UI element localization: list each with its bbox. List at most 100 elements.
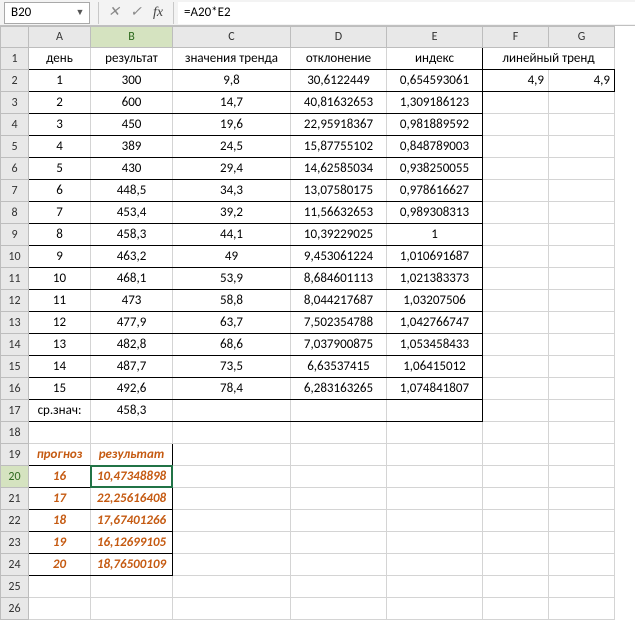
row-header-12[interactable]: 12 (1, 290, 29, 312)
cell-G4[interactable] (549, 114, 614, 135)
row-header-8[interactable]: 8 (1, 202, 29, 224)
cell-F24[interactable] (483, 554, 548, 575)
cell-F20[interactable] (483, 466, 548, 487)
spreadsheet-grid[interactable]: ABCDEFG1деньрезультатзначения трендаоткл… (0, 26, 635, 620)
cell-B26[interactable] (91, 598, 172, 619)
cell-D26[interactable] (291, 598, 386, 619)
cell-B9[interactable]: 458,3 (91, 224, 172, 245)
cell-A16[interactable]: 15 (29, 378, 90, 399)
select-all-corner[interactable] (1, 27, 29, 48)
cell-B8[interactable]: 453,4 (91, 202, 172, 223)
cell-C20[interactable] (173, 466, 290, 487)
row-header-13[interactable]: 13 (1, 312, 29, 334)
col-header-C[interactable]: C (173, 27, 291, 48)
cell-A7[interactable]: 6 (29, 180, 90, 201)
row-header-15[interactable]: 15 (1, 356, 29, 378)
cell-A9[interactable]: 8 (29, 224, 90, 245)
cell-E25[interactable] (387, 576, 482, 597)
cell-E23[interactable] (387, 532, 482, 553)
row-header-16[interactable]: 16 (1, 378, 29, 400)
cell-D15[interactable]: 6,63537415 (291, 356, 386, 377)
cell-A8[interactable]: 7 (29, 202, 90, 223)
cell-E19[interactable] (387, 444, 482, 465)
cell-D2[interactable]: 30,6122449 (291, 70, 386, 91)
formula-input[interactable]: =A20*E2 (178, 2, 635, 24)
cell-E16[interactable]: 1,074841807 (387, 378, 482, 399)
cell-C5[interactable]: 24,5 (173, 136, 290, 157)
col-header-E[interactable]: E (387, 27, 483, 48)
cell-A20[interactable]: 16 (29, 466, 90, 487)
fx-icon[interactable]: fx (147, 2, 169, 24)
cell-B2[interactable]: 300 (91, 70, 172, 91)
cell-D5[interactable]: 15,87755102 (291, 136, 386, 157)
header-linear-trend[interactable]: линейный тренд (483, 48, 614, 69)
cell-B14[interactable]: 482,8 (91, 334, 172, 355)
cell-A23[interactable]: 19 (29, 532, 90, 553)
row-header-4[interactable]: 4 (1, 114, 29, 136)
cell-B18[interactable] (91, 422, 172, 443)
row-header-3[interactable]: 3 (1, 92, 29, 114)
cell-B16[interactable]: 492,6 (91, 378, 172, 399)
cell-A4[interactable]: 3 (29, 114, 90, 135)
cell-D19[interactable] (291, 444, 386, 465)
header-index[interactable]: индекс (387, 48, 482, 69)
row-header-7[interactable]: 7 (1, 180, 29, 202)
cell-D21[interactable] (291, 488, 386, 509)
forecast-header-A[interactable]: прогноз (29, 444, 90, 465)
cell-A21[interactable]: 17 (29, 488, 90, 509)
cell-B24[interactable]: 18,76500109 (91, 554, 172, 575)
cell-F18[interactable] (483, 422, 548, 443)
row-header-10[interactable]: 10 (1, 246, 29, 268)
cell-E15[interactable]: 1,06415012 (387, 356, 482, 377)
cell-C19[interactable] (173, 444, 290, 465)
cell-E20[interactable] (387, 466, 482, 487)
cell-F9[interactable] (483, 224, 548, 245)
row-header-23[interactable]: 23 (1, 532, 29, 554)
cell-E12[interactable]: 1,03207506 (387, 290, 482, 311)
cell-G9[interactable] (549, 224, 614, 245)
cell-G25[interactable] (549, 576, 614, 597)
cell-C11[interactable]: 53,9 (173, 268, 290, 289)
cell-A15[interactable]: 14 (29, 356, 90, 377)
cell-C17[interactable] (173, 400, 290, 421)
cell-G2[interactable]: 4,9 (549, 70, 614, 91)
cell-C26[interactable] (173, 598, 290, 619)
cell-A3[interactable]: 2 (29, 92, 90, 113)
cell-B5[interactable]: 389 (91, 136, 172, 157)
col-header-B[interactable]: B (91, 27, 173, 48)
row-header-19[interactable]: 19 (1, 444, 29, 466)
cell-F16[interactable] (483, 378, 548, 399)
cell-D22[interactable] (291, 510, 386, 531)
cell-G23[interactable] (549, 532, 614, 553)
cell-F22[interactable] (483, 510, 548, 531)
cell-G14[interactable] (549, 334, 614, 355)
cell-B21[interactable]: 22,25616408 (91, 488, 172, 509)
cell-G5[interactable] (549, 136, 614, 157)
col-header-F[interactable]: F (483, 27, 549, 48)
cell-E14[interactable]: 1,053458433 (387, 334, 482, 355)
cell-D7[interactable]: 13,07580175 (291, 180, 386, 201)
cell-D10[interactable]: 9,453061224 (291, 246, 386, 267)
cell-G8[interactable] (549, 202, 614, 223)
cell-B25[interactable] (91, 576, 172, 597)
cell-E21[interactable] (387, 488, 482, 509)
cell-C10[interactable]: 49 (173, 246, 290, 267)
cell-D17[interactable] (291, 400, 386, 421)
cell-G7[interactable] (549, 180, 614, 201)
cell-C3[interactable]: 14,7 (173, 92, 290, 113)
cell-F19[interactable] (483, 444, 548, 465)
cell-C23[interactable] (173, 532, 290, 553)
cell-B13[interactable]: 477,9 (91, 312, 172, 333)
cell-C13[interactable]: 63,7 (173, 312, 290, 333)
cell-E7[interactable]: 0,978616627 (387, 180, 482, 201)
cell-F5[interactable] (483, 136, 548, 157)
cell-G11[interactable] (549, 268, 614, 289)
col-header-G[interactable]: G (549, 27, 615, 48)
cell-A14[interactable]: 13 (29, 334, 90, 355)
cell-E4[interactable]: 0,981889592 (387, 114, 482, 135)
cell-B11[interactable]: 468,1 (91, 268, 172, 289)
cell-G6[interactable] (549, 158, 614, 179)
row-header-1[interactable]: 1 (1, 48, 29, 70)
row-header-17[interactable]: 17 (1, 400, 29, 422)
row-header-21[interactable]: 21 (1, 488, 29, 510)
